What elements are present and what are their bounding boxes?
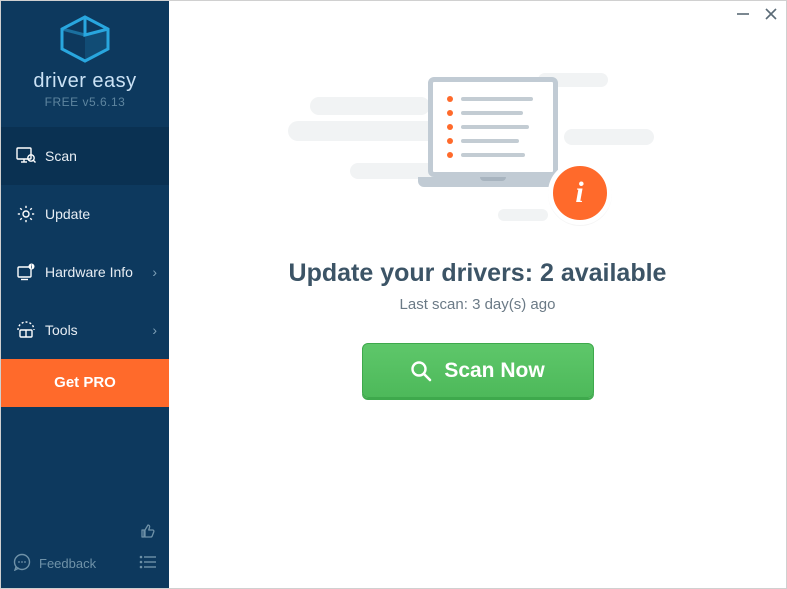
nav-tools[interactable]: Tools › — [1, 301, 169, 359]
logo-area: driver easy FREE v5.6.13 — [1, 1, 169, 121]
nav: Scan Update i Hardware Info › Tools — [1, 127, 169, 407]
hardware-info-icon: i — [13, 263, 39, 281]
logo-icon — [1, 15, 169, 68]
gear-icon — [13, 205, 39, 223]
thumbs-up-button[interactable] — [139, 522, 157, 545]
nav-update[interactable]: Update — [1, 185, 169, 243]
nav-hardware-info[interactable]: i Hardware Info › — [1, 243, 169, 301]
nav-label: Hardware Info — [39, 264, 152, 280]
scan-illustration: i — [298, 59, 658, 249]
scan-now-label: Scan Now — [444, 359, 544, 383]
last-scan-text: Last scan: 3 day(s) ago — [400, 296, 556, 313]
app-brand: driver easy — [1, 70, 169, 93]
main-content: i Update your drivers: 2 available Last … — [169, 1, 786, 588]
chat-icon — [13, 553, 31, 574]
search-icon — [410, 360, 432, 382]
nav-label: Update — [39, 206, 157, 222]
get-pro-button[interactable]: Get PRO — [1, 359, 169, 407]
nav-label: Tools — [39, 322, 152, 338]
nav-scan[interactable]: Scan — [1, 127, 169, 185]
close-button[interactable] — [764, 7, 778, 25]
headline: Update your drivers: 2 available — [289, 259, 667, 288]
get-pro-label: Get PRO — [54, 374, 116, 391]
scan-now-button[interactable]: Scan Now — [362, 343, 594, 398]
tools-icon — [13, 321, 39, 339]
chevron-right-icon: › — [152, 322, 157, 338]
app-version: FREE v5.6.13 — [1, 95, 169, 109]
bottom-icons — [139, 522, 157, 574]
feedback-label: Feedback — [39, 556, 96, 571]
app-window: driver easy FREE v5.6.13 Scan Update i — [0, 0, 787, 589]
laptop-icon — [418, 77, 568, 187]
sidebar-footer: Feedback — [1, 512, 169, 588]
chevron-right-icon: › — [152, 264, 157, 280]
window-controls — [736, 7, 778, 25]
nav-label: Scan — [39, 148, 157, 164]
monitor-search-icon — [13, 147, 39, 165]
minimize-button[interactable] — [736, 7, 750, 25]
list-menu-button[interactable] — [139, 555, 157, 574]
feedback-button[interactable]: Feedback — [13, 553, 96, 574]
info-badge-icon: i — [548, 161, 612, 225]
sidebar: driver easy FREE v5.6.13 Scan Update i — [1, 1, 169, 588]
